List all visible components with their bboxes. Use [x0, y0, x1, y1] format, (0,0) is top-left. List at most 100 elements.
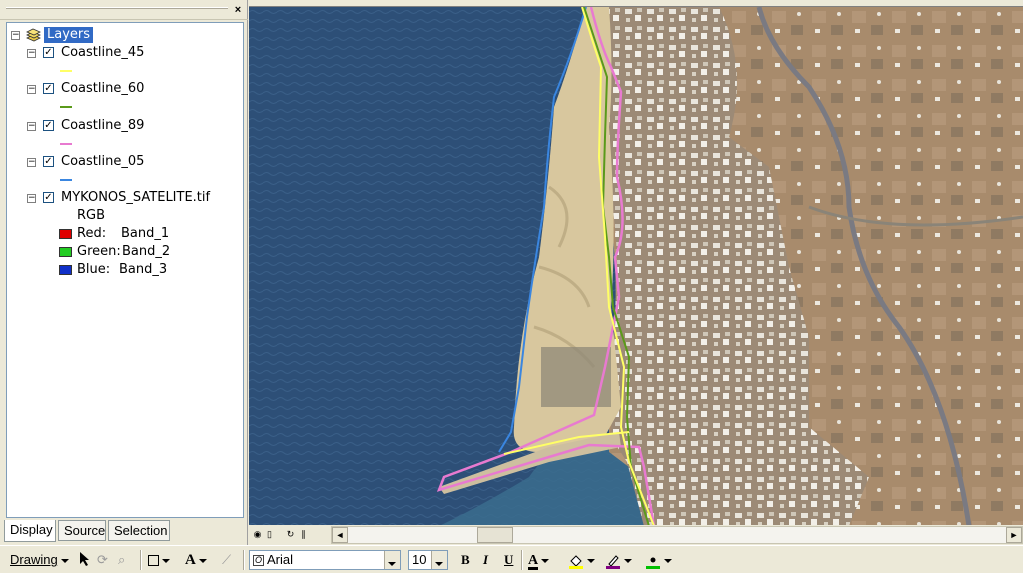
fill-color-picker[interactable]	[568, 551, 595, 569]
parking-area	[541, 347, 611, 407]
layer-tree: − Layers − ✓ Coastline_45 − ✓ Coastline_…	[6, 22, 244, 518]
font-size-combo[interactable]: 10	[408, 550, 448, 570]
layer-collapse-icon[interactable]: −	[27, 122, 36, 131]
band-row-green[interactable]: Green: Band_2	[59, 244, 209, 260]
layer-collapse-icon[interactable]: −	[27, 85, 36, 94]
layer-visibility-checkbox[interactable]: ✓	[43, 120, 54, 131]
font-name-dropdown-button[interactable]	[384, 551, 400, 569]
tab-display[interactable]: Display	[4, 520, 56, 542]
chevron-down-icon	[162, 558, 170, 563]
layer-visibility-checkbox[interactable]: ✓	[43, 47, 54, 58]
new-rectangle-tool[interactable]	[148, 551, 170, 569]
layer-name[interactable]: Coastline_45	[61, 45, 144, 61]
font-color-picker[interactable]: A	[528, 551, 550, 570]
toolbar-separator	[243, 550, 245, 570]
chevron-down-icon	[388, 562, 396, 567]
line-color-picker[interactable]	[605, 551, 632, 569]
tab-selection[interactable]: Selection	[108, 520, 170, 541]
line-symbol-coastline-45[interactable]	[60, 70, 72, 72]
layer-visibility-checkbox[interactable]: ✓	[43, 156, 54, 167]
layer-name[interactable]: Coastline_89	[61, 118, 144, 134]
layers-root-label[interactable]: Layers	[44, 27, 94, 43]
text-tool-icon: A	[185, 552, 196, 568]
map-display[interactable]	[249, 6, 1023, 525]
layer-row-coastline-60[interactable]: − ✓ Coastline_60	[27, 81, 227, 97]
toc-close-button[interactable]: ×	[232, 4, 244, 16]
layer-row-coastline-45[interactable]: − ✓ Coastline_45	[27, 45, 227, 61]
refresh-icon[interactable]: ↻	[285, 527, 296, 541]
toolbar-separator	[140, 550, 142, 570]
arcmap-window: × − Layers − ✓ Coastline_45 − ✓ Coastlin…	[0, 0, 1023, 573]
horizontal-scrollbar[interactable]: ◄ ►	[331, 526, 1023, 544]
chevron-down-icon	[587, 558, 595, 563]
band-name: Band_3	[119, 262, 168, 277]
font-type-icon: O	[253, 555, 264, 567]
marker-symbol-icon	[646, 557, 660, 569]
layer-row-coastline-89[interactable]: − ✓ Coastline_89	[27, 118, 227, 134]
drawing-toolbar: Drawing ⟳ ⌕ A ⟋ O Arial 10 B I U A	[0, 545, 1023, 573]
layer-visibility-checkbox[interactable]: ✓	[43, 192, 54, 203]
fill-bucket-icon	[569, 554, 583, 569]
band-name: Band_1	[121, 226, 170, 241]
layout-view-icon[interactable]: ▯	[264, 527, 275, 541]
toc-titlebar[interactable]: ×	[0, 0, 248, 20]
table-of-contents-panel: × − Layers − ✓ Coastline_45 − ✓ Coastlin…	[0, 0, 248, 545]
rotate-icon[interactable]: ⟳	[97, 551, 108, 569]
layer-row-coastline-05[interactable]: − ✓ Coastline_05	[27, 154, 227, 170]
layer-row-mykonos-satellite[interactable]: − ✓ MYKONOS_SATELITE.tif	[27, 190, 241, 206]
rectangle-icon	[148, 555, 159, 567]
font-name-combo[interactable]: O Arial	[249, 550, 401, 570]
band-name: Band_2	[122, 244, 171, 259]
satellite-map[interactable]	[249, 7, 1023, 525]
data-view-icon[interactable]: ◉	[252, 527, 263, 541]
zoom-to-selected-icon[interactable]: ⌕	[118, 551, 125, 569]
layers-stack-icon	[26, 28, 41, 42]
chevron-down-icon	[198, 558, 207, 563]
chevron-down-icon	[664, 558, 672, 563]
band-row-red[interactable]: Red: Band_1	[59, 226, 209, 242]
font-color-icon: A	[528, 553, 539, 570]
bold-button[interactable]: B	[461, 551, 470, 569]
band-label: Red:	[77, 226, 107, 241]
edit-vertices-icon[interactable]: ⟋	[222, 551, 231, 569]
chevron-down-icon	[624, 558, 632, 563]
line-symbol-coastline-05[interactable]	[60, 179, 72, 181]
layer-name[interactable]: Coastline_60	[61, 81, 144, 97]
toc-grip[interactable]	[6, 7, 228, 9]
pen-icon	[606, 554, 620, 569]
font-size-value: 10	[412, 552, 427, 567]
chevron-down-icon	[435, 562, 443, 567]
band-row-blue[interactable]: Blue: Band_3	[59, 262, 209, 278]
layer-name[interactable]: Coastline_05	[61, 154, 144, 170]
tab-source[interactable]: Source	[58, 520, 106, 541]
font-name-value: Arial	[267, 552, 294, 567]
scroll-right-button[interactable]: ►	[1006, 527, 1022, 543]
raster-renderer-label: RGB	[77, 208, 106, 223]
layer-collapse-icon[interactable]: −	[27, 194, 36, 203]
underline-button[interactable]: U	[504, 551, 513, 569]
new-text-tool[interactable]: A	[185, 551, 207, 569]
scroll-thumb[interactable]	[477, 527, 513, 543]
select-elements-icon[interactable]	[78, 551, 90, 569]
layer-collapse-icon[interactable]: −	[27, 158, 36, 167]
red-band-swatch[interactable]	[59, 229, 72, 239]
marker-color-picker[interactable]	[645, 551, 672, 569]
green-band-swatch[interactable]	[59, 247, 72, 257]
drawing-menu-label[interactable]: Drawing	[10, 552, 58, 567]
font-size-dropdown-button[interactable]	[431, 551, 447, 569]
drawing-menu[interactable]: Drawing	[10, 551, 69, 569]
map-status-bar: ◉ ▯ ↻ ∥ ◄ ►	[249, 525, 1023, 545]
layer-collapse-icon[interactable]: −	[27, 49, 36, 58]
toolbar-separator	[521, 550, 523, 570]
chevron-down-icon	[541, 558, 550, 563]
root-collapse-icon[interactable]: −	[11, 31, 20, 40]
band-label: Green:	[77, 244, 121, 259]
line-symbol-coastline-60[interactable]	[60, 106, 72, 108]
italic-button[interactable]: I	[483, 551, 488, 569]
layer-name[interactable]: MYKONOS_SATELITE.tif	[61, 190, 210, 206]
layer-visibility-checkbox[interactable]: ✓	[43, 83, 54, 94]
line-symbol-coastline-89[interactable]	[60, 143, 72, 145]
scroll-left-button[interactable]: ◄	[332, 527, 348, 543]
pause-drawing-icon[interactable]: ∥	[298, 527, 309, 541]
blue-band-swatch[interactable]	[59, 265, 72, 275]
